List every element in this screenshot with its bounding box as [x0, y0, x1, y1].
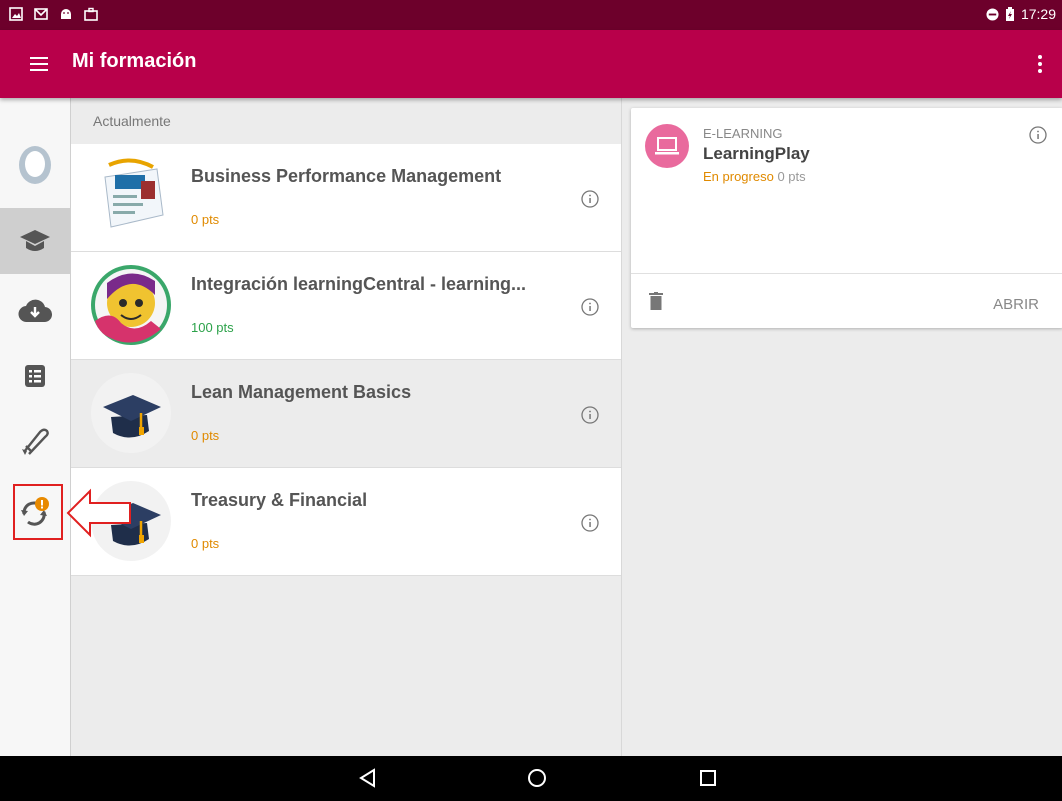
gmail-icon — [34, 8, 48, 20]
rail-item-downloads[interactable] — [0, 278, 70, 344]
image-icon — [9, 7, 23, 21]
rail-item-list[interactable] — [0, 343, 70, 409]
clock: 17:29 — [1020, 6, 1056, 22]
progress-status: En progreso — [703, 169, 774, 184]
course-row[interactable]: Lean Management Basics 0 pts — [71, 360, 621, 468]
open-button[interactable]: ABRIR — [993, 296, 1039, 313]
list-document-icon — [25, 365, 45, 387]
course-points: 100 pts — [191, 320, 234, 335]
info-icon[interactable] — [581, 298, 599, 316]
battery-charging-icon — [1005, 7, 1014, 21]
course-detail-title: LearningPlay — [703, 144, 810, 163]
course-detail-points: 0 pts — [777, 169, 806, 184]
course-row[interactable]: Integración learningCentral - learning..… — [71, 252, 621, 360]
course-type-avatar — [645, 124, 689, 168]
course-title: Business Performance Management — [191, 166, 502, 186]
annotation-arrow — [66, 488, 131, 538]
page-title: Mi formación — [72, 50, 197, 72]
status-bar: 17:29 — [0, 0, 1062, 30]
cloud-download-icon — [18, 299, 52, 323]
course-points: 0 pts — [191, 212, 220, 227]
android-icon — [61, 9, 71, 19]
course-title: Integración learningCentral - learning..… — [191, 274, 527, 294]
course-row[interactable]: Treasury & Financial 0 pts — [71, 468, 621, 576]
rail-item-profile[interactable] — [0, 132, 70, 198]
course-status-line: En progreso 0 pts — [703, 169, 806, 184]
hamburger-menu-icon[interactable] — [30, 53, 50, 75]
course-row[interactable]: Business Performance Management 0 pts — [71, 144, 621, 252]
card-divider — [631, 273, 1062, 274]
navigation-rail — [0, 98, 71, 756]
diploma-icon — [22, 428, 49, 455]
course-thumbnail — [91, 373, 171, 453]
course-title: Lean Management Basics — [191, 382, 412, 402]
more-options-icon[interactable] — [1036, 52, 1044, 76]
notification-icons — [9, 7, 98, 21]
section-header: Actualmente — [93, 113, 171, 129]
info-icon[interactable] — [1029, 126, 1047, 144]
laptop-icon — [655, 137, 679, 155]
graduation-cap-icon — [20, 230, 50, 251]
course-points: 0 pts — [191, 428, 220, 443]
course-points: 0 pts — [191, 536, 220, 551]
home-icon[interactable] — [527, 768, 547, 788]
delete-icon[interactable] — [649, 292, 663, 310]
course-list: Actualmente Business Performance Managem… — [71, 98, 621, 756]
info-icon[interactable] — [581, 190, 599, 208]
rail-item-certificates[interactable] — [0, 408, 70, 474]
course-thumbnail — [91, 265, 171, 345]
annotation-highlight-box — [13, 484, 63, 540]
course-type: E-LEARNING — [703, 126, 783, 141]
briefcase-icon — [84, 7, 98, 21]
back-icon[interactable] — [358, 768, 378, 788]
course-title: Treasury & Financial — [191, 490, 368, 510]
detail-panel: E-LEARNING LearningPlay En progreso 0 pt… — [621, 98, 1062, 756]
recent-apps-icon[interactable] — [698, 768, 718, 788]
info-icon[interactable] — [581, 406, 599, 424]
course-detail-card: E-LEARNING LearningPlay En progreso 0 pt… — [631, 108, 1062, 328]
system-navigation-bar — [0, 756, 1062, 801]
profile-avatar-icon — [19, 146, 51, 184]
graduation-cap-icon — [103, 395, 161, 438]
info-icon[interactable] — [581, 514, 599, 532]
course-thumbnail — [91, 157, 171, 237]
do-not-disturb-icon — [986, 7, 999, 21]
rail-item-courses[interactable] — [0, 208, 70, 274]
app-bar: Mi formación — [0, 30, 1062, 98]
